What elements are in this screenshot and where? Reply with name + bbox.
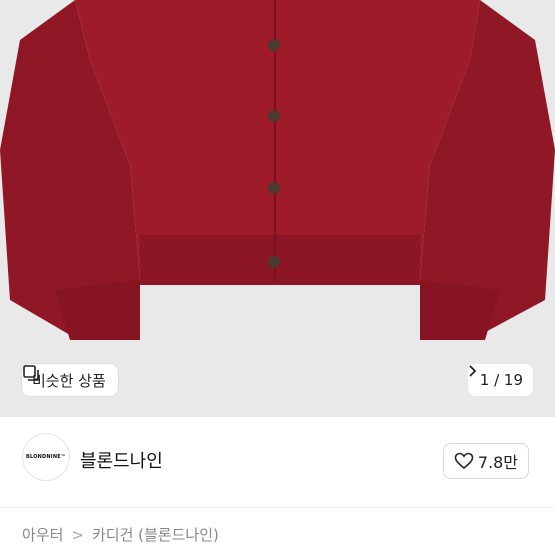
pager-text: 1 / 19 <box>479 371 523 389</box>
divider <box>0 507 555 508</box>
image-pager[interactable]: 1 / 19 <box>467 364 533 396</box>
similar-items-icon <box>23 365 39 381</box>
like-button[interactable]: 7.8만 <box>442 443 529 479</box>
shop-name[interactable]: 블론드나인 <box>80 447 163 473</box>
breadcrumb-separator: > <box>71 525 84 544</box>
cardigan-illustration <box>0 0 555 340</box>
similar-items-button[interactable]: 비슷한 상품 <box>22 364 118 396</box>
product-image[interactable]: 비슷한 상품 1 / 19 <box>0 0 555 417</box>
shop-logo-text: BLONDNINE™ <box>25 454 67 460</box>
like-count: 7.8만 <box>477 453 518 472</box>
chevron-right-icon <box>469 365 477 377</box>
shop-logo[interactable]: BLONDNINE™ <box>22 433 70 481</box>
breadcrumb-level1[interactable]: 아우터 <box>22 524 63 545</box>
breadcrumb-level2[interactable]: 카디건 (블론드나인) <box>92 524 219 545</box>
shop-info-row: BLONDNINE™ 블론드나인 7.8만 <box>0 417 555 507</box>
heart-icon <box>454 452 474 470</box>
similar-items-label: 비슷한 상품 <box>32 371 106 390</box>
breadcrumb: 아우터 > 카디건 (블론드나인) <box>22 524 219 545</box>
